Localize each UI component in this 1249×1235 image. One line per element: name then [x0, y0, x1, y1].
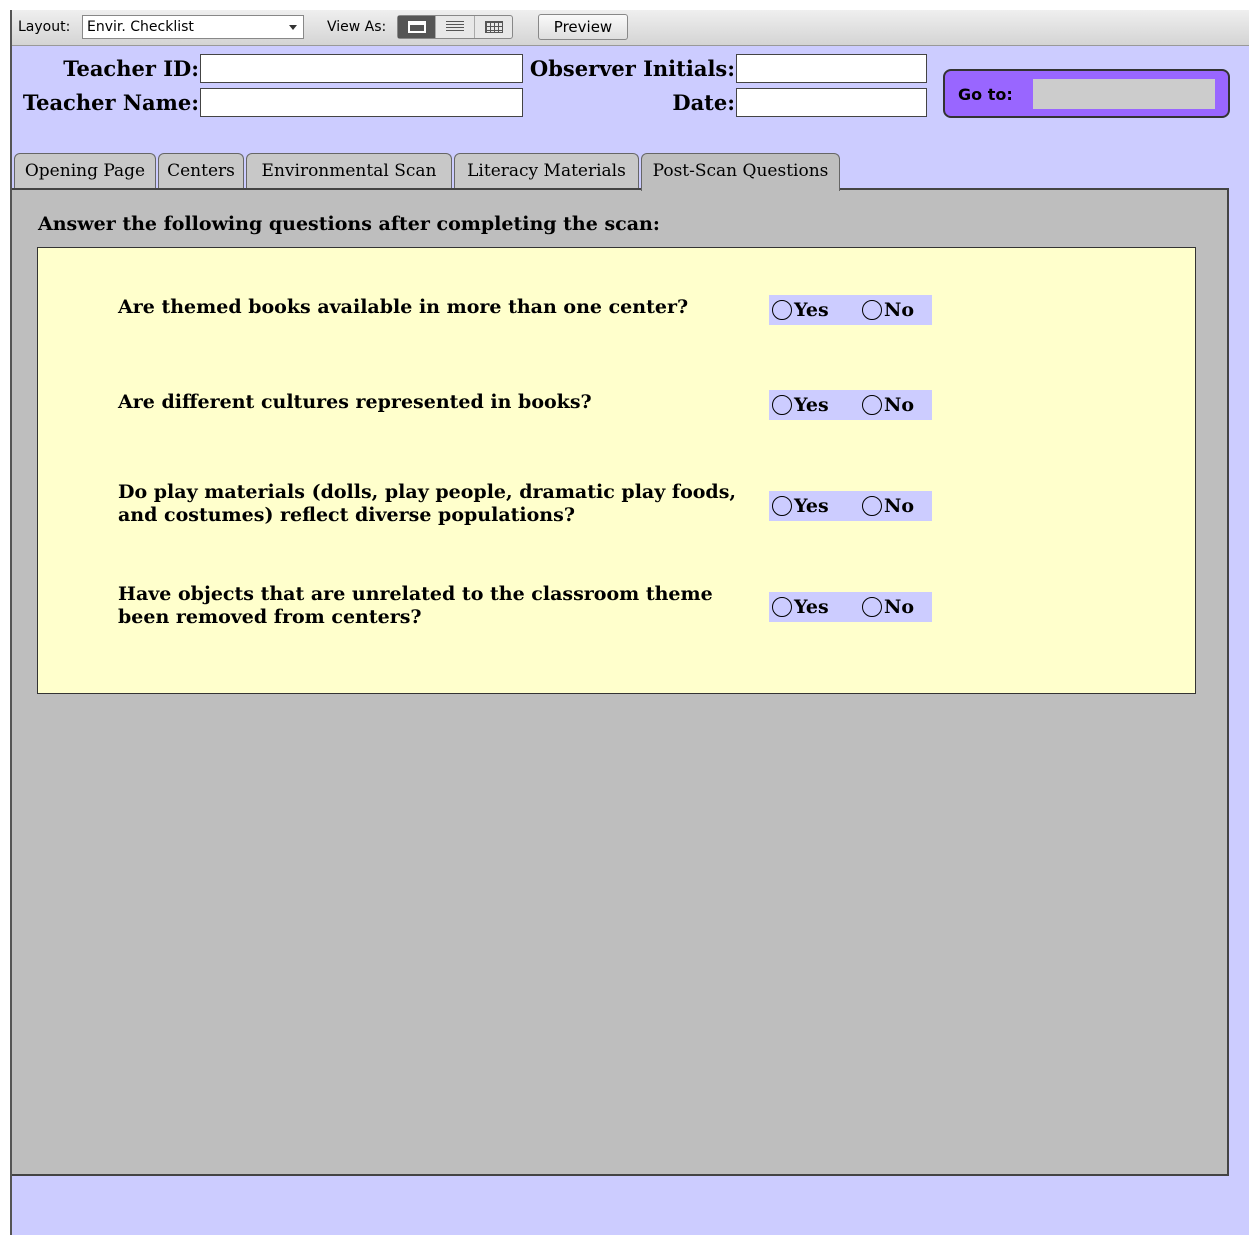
- view-as-label: View As:: [327, 19, 387, 35]
- radio-circle-icon: [862, 496, 882, 516]
- view-as-table-button[interactable]: [475, 16, 512, 38]
- layout-dropdown-value: Envir. Checklist: [87, 19, 194, 35]
- questions-area: Are themed books available in more than …: [37, 247, 1196, 694]
- radio-no[interactable]: No: [862, 393, 914, 417]
- radio-no[interactable]: No: [862, 298, 914, 322]
- layout-label: Layout:: [18, 19, 71, 35]
- radio-yes[interactable]: Yes: [772, 298, 829, 322]
- tab-environmental-scan[interactable]: Environmental Scan: [246, 153, 452, 189]
- radio-no[interactable]: No: [862, 595, 914, 619]
- tab-label: Centers: [167, 161, 235, 181]
- goto-box: Go to:: [943, 69, 1230, 118]
- radio-no-label: No: [884, 394, 915, 416]
- tab-centers[interactable]: Centers: [158, 153, 244, 189]
- tab-label: Post-Scan Questions: [652, 161, 829, 181]
- instructions-heading: Answer the following questions after com…: [38, 213, 660, 235]
- observer-initials-field[interactable]: [736, 54, 927, 83]
- radio-circle-icon: [772, 300, 792, 320]
- date-label: Date:: [672, 90, 735, 115]
- radio-yes[interactable]: Yes: [772, 494, 829, 518]
- goto-dropdown[interactable]: [1033, 79, 1215, 109]
- tab-literacy-materials[interactable]: Literacy Materials: [454, 153, 639, 189]
- chevron-down-icon: [289, 25, 297, 30]
- tab-label: Opening Page: [24, 161, 146, 181]
- yes-no-radio-group: Yes No: [769, 390, 932, 420]
- goto-label: Go to:: [958, 85, 1013, 104]
- layout-dropdown[interactable]: Envir. Checklist: [82, 15, 304, 39]
- teacher-name-field[interactable]: [200, 88, 523, 117]
- tab-label: Environmental Scan: [261, 161, 437, 181]
- filemaker-window: Layout: Envir. Checklist View As: Previe…: [10, 10, 1249, 1235]
- question-text: Have objects that are unrelated to the c…: [118, 583, 713, 628]
- yes-no-radio-group: Yes No: [769, 295, 932, 325]
- tab-label: Literacy Materials: [467, 161, 626, 181]
- radio-yes-label: Yes: [794, 495, 829, 517]
- radio-yes-label: Yes: [794, 299, 829, 321]
- radio-circle-icon: [862, 597, 882, 617]
- radio-circle-icon: [772, 395, 792, 415]
- radio-no[interactable]: No: [862, 494, 914, 518]
- radio-no-label: No: [884, 299, 915, 321]
- layout-toolbar: Layout: Envir. Checklist View As: Previe…: [12, 10, 1249, 46]
- view-as-list-icon: [446, 21, 465, 33]
- observer-initials-label: Observer Initials:: [529, 56, 735, 81]
- question-text: Are different cultures represented in bo…: [118, 391, 592, 413]
- radio-yes-label: Yes: [794, 394, 829, 416]
- radio-no-label: No: [884, 596, 915, 618]
- question-text: Do play materials (dolls, play people, d…: [118, 481, 737, 526]
- tab-panel: Answer the following questions after com…: [12, 188, 1229, 1176]
- tab-opening-page[interactable]: Opening Page: [14, 153, 156, 189]
- yes-no-radio-group: Yes No: [769, 592, 932, 622]
- preview-button[interactable]: Preview: [538, 14, 628, 40]
- radio-circle-icon: [772, 496, 792, 516]
- tab-post-scan-questions[interactable]: Post-Scan Questions: [641, 153, 840, 191]
- radio-yes-label: Yes: [794, 596, 829, 618]
- view-as-form-icon: [408, 21, 426, 33]
- teacher-name-label: Teacher Name:: [22, 90, 199, 115]
- radio-circle-icon: [772, 597, 792, 617]
- radio-yes[interactable]: Yes: [772, 595, 829, 619]
- radio-circle-icon: [862, 300, 882, 320]
- question-text: Are themed books available in more than …: [118, 296, 689, 318]
- view-as-list-button[interactable]: [436, 16, 475, 38]
- radio-circle-icon: [862, 395, 882, 415]
- view-as-form-button[interactable]: [398, 16, 437, 38]
- yes-no-radio-group: Yes No: [769, 491, 932, 521]
- view-as-table-icon: [484, 21, 503, 33]
- teacher-id-label: Teacher ID:: [63, 56, 199, 81]
- view-as-toggle-group: [397, 15, 513, 39]
- date-field[interactable]: [736, 88, 927, 117]
- radio-no-label: No: [884, 495, 915, 517]
- teacher-id-field[interactable]: [200, 54, 523, 83]
- radio-yes[interactable]: Yes: [772, 393, 829, 417]
